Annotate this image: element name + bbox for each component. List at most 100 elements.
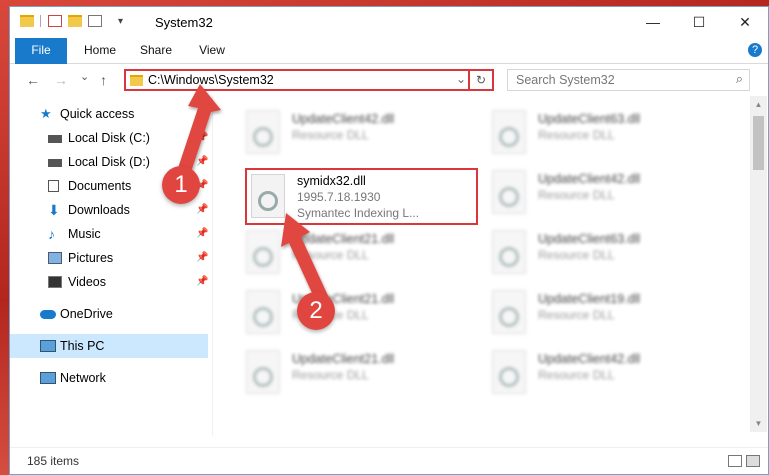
recent-locations-button[interactable]: ⌄	[80, 70, 89, 83]
close-button[interactable]: ✕	[722, 7, 768, 38]
download-icon: ⬇	[48, 202, 60, 218]
back-button[interactable]: ←	[26, 72, 40, 88]
list-item[interactable]: UpdateClient42.dll Resource DLL	[488, 166, 708, 222]
video-icon	[48, 276, 62, 288]
vertical-scrollbar[interactable]: ▲ ▼	[750, 96, 767, 432]
sidebar-item-label: OneDrive	[60, 307, 113, 321]
large-icons-view-icon[interactable]	[746, 455, 760, 467]
document-icon	[48, 180, 59, 192]
file-type: Resource DLL	[538, 308, 615, 322]
sidebar-item-videos[interactable]: Videos 📌	[10, 270, 208, 294]
list-item[interactable]: UpdateClient42.dll Resource DLL	[242, 106, 462, 162]
scrollbar-thumb[interactable]	[753, 116, 764, 170]
file-type: Resource DLL	[538, 248, 615, 262]
music-icon: ♪	[48, 226, 55, 242]
address-dropdown-icon[interactable]: ⌄	[456, 72, 466, 86]
minimize-button[interactable]: —	[630, 7, 676, 38]
pin-icon[interactable]: 📌	[196, 270, 208, 294]
help-icon[interactable]: ?	[748, 43, 762, 57]
list-item[interactable]: UpdateClient63.dll Resource DLL	[488, 226, 708, 282]
ribbon-tabs: File Home Share View ?	[10, 38, 768, 94]
file-type: Resource DLL	[292, 248, 369, 262]
file-description: Symantec Indexing L...	[297, 206, 420, 220]
item-count: 185 items	[27, 454, 80, 468]
window-title: System32	[155, 15, 213, 30]
folder-icon	[130, 75, 143, 86]
details-view-icon[interactable]	[728, 455, 742, 467]
sidebar-item-local-disk-c[interactable]: Local Disk (C:) 📌	[10, 126, 208, 150]
separator	[40, 15, 42, 27]
pin-icon[interactable]: 📌	[196, 198, 208, 222]
navigation-pane: ★ Quick access Local Disk (C:) 📌 Local D…	[10, 102, 210, 432]
search-placeholder[interactable]: Search System32	[516, 73, 615, 87]
pin-icon[interactable]: 📌	[196, 150, 208, 174]
search-box[interactable]: Search System32 ⌕	[507, 69, 750, 91]
scroll-up-icon[interactable]: ▲	[750, 96, 767, 113]
sidebar-item-quick-access[interactable]: ★ Quick access	[10, 102, 208, 126]
file-name: UpdateClient21.dll	[292, 352, 395, 366]
status-bar: 185 items	[10, 447, 768, 474]
sidebar-item-label: Local Disk (D:)	[68, 155, 150, 169]
folder-icon	[20, 15, 34, 27]
file-name: UpdateClient42.dll	[538, 352, 641, 366]
search-icon[interactable]: ⌕	[736, 71, 743, 87]
file-name: UpdateClient42.dll	[292, 112, 395, 126]
list-item[interactable]: UpdateClient42.dll Resource DLL	[488, 346, 708, 402]
sidebar-item-this-pc[interactable]: This PC	[10, 334, 208, 358]
pin-icon[interactable]: 📌	[196, 126, 208, 150]
sidebar-item-network[interactable]: Network	[10, 366, 208, 390]
dll-file-icon	[246, 290, 280, 334]
file-name: UpdateClient63.dll	[538, 232, 641, 246]
dll-file-icon	[251, 174, 285, 218]
sidebar-item-pictures[interactable]: Pictures 📌	[10, 246, 208, 270]
tab-view[interactable]: View	[192, 38, 232, 63]
sidebar-item-label: This PC	[60, 339, 105, 353]
address-bar[interactable]: C:\Windows\System32 ⌄ ↻	[124, 69, 494, 91]
dll-file-icon	[492, 110, 526, 154]
dll-file-icon	[492, 170, 526, 214]
file-name: symidx32.dll	[297, 174, 366, 188]
file-type: Resource DLL	[538, 128, 615, 142]
sidebar-item-label: Quick access	[60, 107, 135, 121]
new-folder-icon[interactable]	[68, 15, 82, 27]
sidebar-item-label: Pictures	[68, 251, 114, 265]
list-item[interactable]: UpdateClient63.dll Resource DLL	[488, 106, 708, 162]
file-type: Resource DLL	[538, 188, 615, 202]
properties-icon[interactable]	[48, 15, 62, 27]
pin-icon[interactable]: 📌	[196, 222, 208, 246]
refresh-button[interactable]: ↻	[468, 69, 492, 91]
list-item[interactable]: UpdateClient21.dll Resource DLL	[242, 286, 462, 342]
customize-icon[interactable]	[88, 15, 102, 27]
highlighted-file-symidx32[interactable]: symidx32.dll 1995.7.18.1930 Symantec Ind…	[245, 168, 478, 225]
file-type: Resource DLL	[538, 368, 615, 382]
list-item[interactable]: symidx32.dll 1995.7.18.1930 Symantec Ind…	[247, 170, 467, 226]
file-explorer-window: ▾ System32 — ☐ ✕ File Home Share View ? …	[9, 6, 769, 475]
sidebar-item-label: Local Disk (C:)	[68, 131, 150, 145]
sidebar-item-label: Network	[60, 371, 106, 385]
sidebar-item-label: Downloads	[68, 203, 130, 217]
list-item[interactable]: UpdateClient21.dll Resource DLL	[242, 346, 462, 402]
drive-icon	[48, 159, 62, 167]
dll-file-icon	[246, 350, 280, 394]
sidebar-item-label: Videos	[68, 275, 106, 289]
sidebar-item-music[interactable]: ♪ Music 📌	[10, 222, 208, 246]
dll-file-icon	[246, 110, 280, 154]
quick-access-dropdown-icon[interactable]: ▾	[118, 16, 132, 27]
tab-share[interactable]: Share	[134, 38, 178, 63]
scroll-down-icon[interactable]: ▼	[750, 415, 767, 432]
tab-home[interactable]: Home	[78, 38, 122, 63]
list-item[interactable]: UpdateClient19.dll Resource DLL	[488, 286, 708, 342]
address-path[interactable]: C:\Windows\System32	[148, 73, 274, 87]
maximize-button[interactable]: ☐	[676, 7, 722, 38]
drive-icon	[48, 135, 62, 143]
file-list: UpdateClient42.dll Resource DLL UpdateCl…	[220, 102, 745, 432]
forward-button[interactable]: →	[54, 72, 68, 88]
list-item[interactable]: UpdateClient21.dll Resource DLL	[242, 226, 462, 282]
pin-icon[interactable]: 📌	[196, 246, 208, 270]
file-name: UpdateClient19.dll	[538, 292, 641, 306]
step-1-badge: 1	[162, 166, 200, 204]
computer-icon	[40, 340, 56, 352]
up-button[interactable]: ↑	[100, 72, 107, 88]
dll-file-icon	[492, 350, 526, 394]
sidebar-item-onedrive[interactable]: OneDrive	[10, 302, 208, 326]
